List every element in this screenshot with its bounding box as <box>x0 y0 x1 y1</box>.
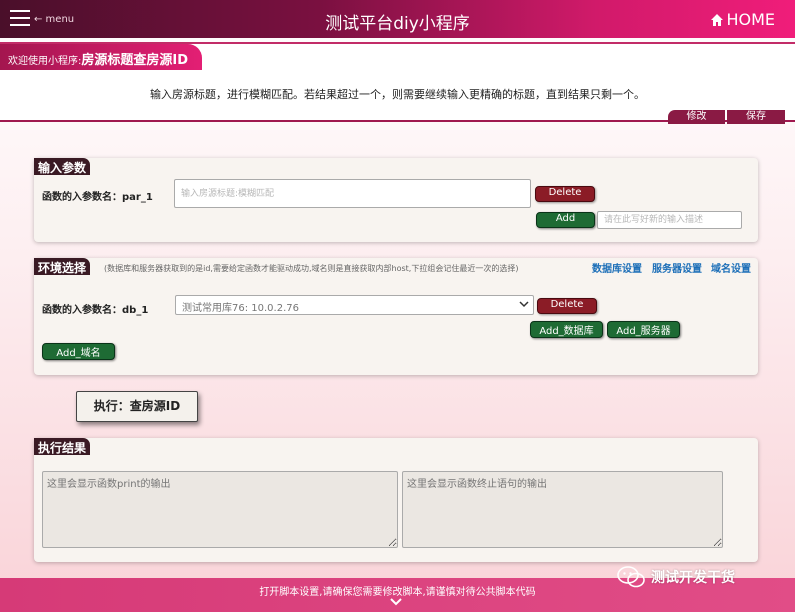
add-database-button[interactable]: Add_数据库 <box>530 321 603 338</box>
db-1-label: 函数的入参数名：db_1 <box>42 305 149 316</box>
save-button[interactable]: 保存 <box>727 110 785 124</box>
watermark: 测试开发干货 <box>617 565 735 589</box>
welcome-prefix: 欢迎使用小程序: <box>8 56 82 67</box>
environment-hint: (数据库和服务器获取到的是id,需要给定函数才能驱动成功,域名则是直接获取内部h… <box>104 264 519 273</box>
home-label: HOME <box>726 10 775 29</box>
program-description: 输入房源标题，进行模糊匹配。若结果超过一个，则需要继续输入更精确的标题，直到结果… <box>150 88 645 101</box>
results-title: 执行结果 <box>34 438 91 455</box>
chevron-down-icon[interactable] <box>390 598 402 606</box>
execute-button[interactable]: 执行：查房源ID <box>76 391 198 422</box>
add-server-button[interactable]: Add_服务器 <box>607 321 680 338</box>
add-domain-button[interactable]: Add_域名 <box>42 343 115 360</box>
server-settings-link[interactable]: 服务器设置 <box>652 260 702 275</box>
environment-title: 环境选择 <box>34 258 91 275</box>
database-settings-link[interactable]: 数据库设置 <box>592 260 642 275</box>
app-title: 测试平台diy小程序 <box>325 14 470 34</box>
add-param-button[interactable]: Add <box>536 212 595 228</box>
welcome-tab: 欢迎使用小程序:房源标题查房源ID <box>0 44 203 70</box>
wechat-icon <box>617 566 645 588</box>
par-1-input[interactable] <box>174 179 531 208</box>
home-button[interactable]: HOME <box>710 10 775 29</box>
par-1-delete-button[interactable]: Delete <box>535 186 595 202</box>
db-1-selected-option: 测试常用库76: 10.0.2.76 <box>182 303 299 314</box>
environment-panel <box>34 258 758 375</box>
return-output-textarea[interactable] <box>402 471 723 548</box>
print-output-textarea[interactable] <box>42 471 398 548</box>
watermark-text: 测试开发干货 <box>651 570 735 586</box>
db-1-select[interactable]: 测试常用库76: 10.0.2.76 <box>175 295 534 315</box>
new-param-description-input[interactable] <box>597 211 742 229</box>
top-bar: ← menu 测试平台diy小程序 HOME <box>0 0 795 38</box>
domain-settings-link[interactable]: 域名设置 <box>711 260 751 275</box>
edit-button[interactable]: 修改 <box>668 110 725 124</box>
input-params-title: 输入参数 <box>34 158 91 175</box>
home-icon <box>711 13 724 26</box>
chevron-down-icon <box>519 301 529 308</box>
db-1-delete-button[interactable]: Delete <box>537 298 597 314</box>
par-1-label: 函数的入参数名：par_1 <box>42 192 153 203</box>
program-name: 房源标题查房源ID <box>81 53 189 68</box>
